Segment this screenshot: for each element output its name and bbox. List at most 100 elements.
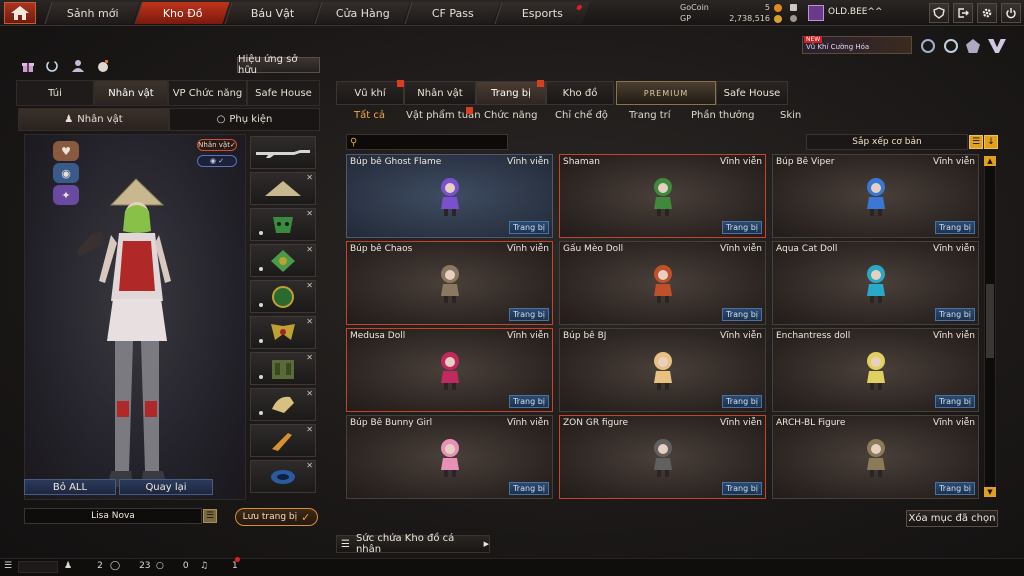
item-card[interactable]: Gấu Mèo Doll Vĩnh viễn Trang bị [559, 241, 766, 325]
slot-vest[interactable]: ✕ [250, 352, 316, 385]
slot-grenade[interactable]: ✕ [250, 460, 316, 493]
list-view-icon[interactable]: ☰ [969, 135, 983, 149]
clan-indicator[interactable]: ◯ 23 [110, 561, 151, 571]
character-name-field[interactable]: Lisa Nova [24, 508, 202, 524]
character-swap-icon[interactable] [70, 58, 86, 74]
character-preview[interactable]: ♥ ◉ ✦ Nhân vật ✓ ◉ ✓ [24, 134, 246, 500]
search-input[interactable]: ⚲ [346, 134, 508, 150]
sort-order-icon[interactable]: ↓ [984, 135, 998, 149]
subtab-character[interactable]: ♟ Nhân vật [18, 108, 169, 131]
close-icon[interactable]: ✕ [306, 389, 313, 398]
character-badge[interactable]: Nhân vật ✓ [197, 139, 237, 151]
scroll-up-arrow[interactable]: ▲ [984, 156, 996, 166]
scroll-down-arrow[interactable]: ▼ [984, 487, 996, 497]
promo-banner[interactable]: NEW Vũ Khí Cường Hóa [802, 36, 912, 54]
clear-selected-button[interactable]: Xóa mục đã chọn [906, 510, 998, 527]
equip-button[interactable]: Trang bị [509, 395, 549, 408]
tab-bag[interactable]: Túi [16, 80, 94, 106]
slot-weapon[interactable] [250, 136, 316, 169]
slot-mask[interactable]: ✕ [250, 208, 316, 241]
item-card[interactable]: Medusa Doll Vĩnh viễn Trang bị [346, 328, 553, 412]
item-card[interactable]: Búp Bê Bunny Girl Vĩnh viễn Trang bị [346, 415, 553, 499]
save-loadout-button[interactable]: Lưu trang bị ✓ [235, 508, 318, 526]
equip-button[interactable]: Trang bị [509, 482, 549, 495]
alert-indicator[interactable]: 1 [232, 561, 238, 571]
close-icon[interactable]: ✕ [306, 281, 313, 290]
exit-icon[interactable] [953, 3, 973, 23]
owned-effect-button[interactable]: Hiệu ứng sở hữu [237, 54, 320, 76]
home-button[interactable] [4, 2, 36, 24]
list-menu-icon[interactable]: ☰ [203, 509, 217, 523]
category-all[interactable]: Tất cả [354, 110, 385, 126]
equip-button[interactable]: Trang bị [722, 395, 762, 408]
slot-emblem[interactable]: ✕ [250, 244, 316, 277]
back-button[interactable]: Quay lại [119, 479, 213, 495]
tab-equipment[interactable]: Trang bị [476, 80, 546, 105]
nav-tab-lobby[interactable]: Sảnh mới [44, 2, 140, 24]
equip-button[interactable]: Trang bị [935, 308, 975, 321]
equip-button[interactable]: Trang bị [509, 221, 549, 234]
item-card[interactable]: Enchantress doll Vĩnh viễn Trang bị [772, 328, 979, 412]
close-icon[interactable]: ✕ [306, 209, 313, 218]
item-card[interactable]: ZON GR figure Vĩnh viễn Trang bị [559, 415, 766, 499]
equip-button[interactable]: Trang bị [722, 308, 762, 321]
sort-dropdown[interactable]: Sắp xếp cơ bản [806, 134, 968, 150]
equip-button[interactable]: Trang bị [509, 308, 549, 321]
item-card[interactable]: Búp Bê Viper Vĩnh viễn Trang bị [772, 154, 979, 238]
category-functional[interactable]: Chức năng [484, 110, 538, 126]
category-weekly[interactable]: Vật phẩm tuần [406, 107, 481, 126]
shield-icon[interactable] [929, 3, 949, 23]
view-toggle-badge[interactable]: ◉ ✓ [197, 155, 237, 167]
tab-character[interactable]: Nhân vật [94, 80, 168, 106]
equip-button[interactable]: Trang bị [935, 221, 975, 234]
close-icon[interactable]: ✕ [306, 353, 313, 362]
close-icon[interactable]: ✕ [306, 317, 313, 326]
gear-icon[interactable] [977, 3, 997, 23]
nav-tab-inventory[interactable]: Kho Đồ [134, 2, 230, 24]
slot-badge[interactable]: ✕ [250, 280, 316, 313]
nav-tab-treasure[interactable]: Báu Vật [224, 2, 320, 24]
event-icon[interactable] [921, 39, 935, 53]
tab-premium[interactable]: PREMIUM [616, 81, 716, 105]
close-icon[interactable]: ✕ [306, 425, 313, 434]
tab-functional-items[interactable]: VP Chức năng [168, 80, 247, 106]
add-icon[interactable] [790, 4, 797, 11]
refresh-icon[interactable] [790, 15, 797, 22]
menu-icon[interactable]: ☰ [4, 561, 12, 571]
item-card[interactable]: Búp bê Chaos Vĩnh viễn Trang bị [346, 241, 553, 325]
globe-icon[interactable] [944, 39, 958, 53]
vip-icon[interactable] [988, 39, 1006, 53]
item-card[interactable]: Búp bê Ghost Flame Vĩnh viễn Trang bị [346, 154, 553, 238]
close-icon[interactable]: ✕ [306, 173, 313, 182]
nav-tab-cf-pass[interactable]: CF Pass [404, 2, 500, 24]
tab-characters[interactable]: Nhân vật [404, 81, 476, 105]
item-card[interactable]: Shaman Vĩnh viễn Trang bị [559, 154, 766, 238]
equip-button[interactable]: Trang bị [722, 482, 762, 495]
equip-button[interactable]: Trang bị [935, 395, 975, 408]
chat-indicator[interactable]: ○ 0 [156, 561, 189, 571]
character-type-icon[interactable]: ♥ [53, 141, 79, 161]
slot-wings[interactable]: ✕ [250, 316, 316, 349]
slot-gloves[interactable]: ✕ [250, 388, 316, 421]
remove-all-button[interactable]: Bỏ ALL [24, 479, 116, 495]
mission-icon[interactable] [966, 39, 980, 53]
slot-knife[interactable]: ✕ [250, 424, 316, 457]
subtab-accessories[interactable]: ○ Phụ kiện [169, 108, 320, 131]
tab-safe-house-right[interactable]: Safe House [716, 81, 788, 105]
category-decoration[interactable]: Trang trí [629, 110, 671, 126]
item-card[interactable]: Búp bê BJ Vĩnh viễn Trang bị [559, 328, 766, 412]
nav-tab-esports[interactable]: Esports [494, 2, 590, 24]
chat-input[interactable] [18, 561, 58, 573]
item-card[interactable]: ARCH-BL Figure Vĩnh viễn Trang bị [772, 415, 979, 499]
power-icon[interactable] [1001, 3, 1021, 23]
refresh-cycle-icon[interactable] [44, 58, 60, 74]
close-icon[interactable]: ✕ [306, 461, 313, 470]
category-skin[interactable]: Skin [780, 110, 801, 126]
equip-button[interactable]: Trang bị [722, 221, 762, 234]
nav-tab-shop[interactable]: Cửa Hàng [314, 2, 410, 24]
tab-storage[interactable]: Kho đồ [546, 81, 614, 105]
tab-safe-house[interactable]: Safe House [247, 80, 320, 106]
friends-indicator[interactable]: ♟ 2 [64, 561, 103, 571]
gift-icon[interactable] [20, 58, 36, 74]
equip-button[interactable]: Trang bị [935, 482, 975, 495]
